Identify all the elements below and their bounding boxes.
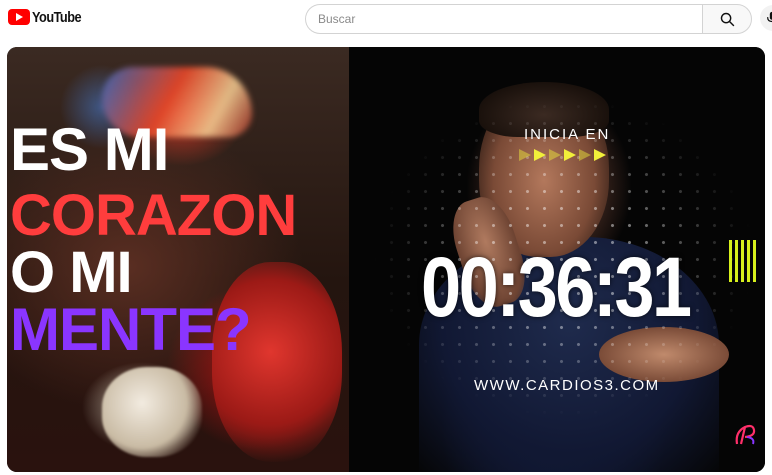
cardios-logo-icon — [735, 424, 756, 445]
logo-text: YouTube — [32, 8, 82, 26]
barcode-decoration — [729, 240, 765, 282]
arrow-icon — [519, 149, 531, 161]
arrow-icon — [534, 149, 546, 161]
barcode-bar — [747, 240, 750, 282]
top-bar: YouTube — [0, 0, 772, 40]
title-line-1: ES MI — [10, 116, 169, 183]
arrow-icon — [594, 149, 606, 161]
barcode-bar — [753, 240, 756, 282]
arrow-icon — [564, 149, 576, 161]
play-arrows — [519, 149, 606, 161]
video-player[interactable]: ES MI CORAZON O MI MENTE? INICIA EN 00:3… — [7, 47, 765, 472]
voice-search-button[interactable] — [760, 5, 772, 31]
white-brain-image — [102, 367, 202, 457]
title-line-3: O MI — [10, 240, 133, 305]
title-line-4: MENTE? — [10, 296, 252, 363]
search-button[interactable] — [702, 4, 752, 34]
youtube-logo[interactable]: YouTube — [8, 6, 90, 28]
countdown-timer: 00:36:31 — [421, 240, 692, 334]
barcode-bar — [729, 240, 732, 282]
title-line-2: CORAZON — [10, 183, 297, 248]
barcode-bar — [735, 240, 738, 282]
search-icon — [720, 12, 734, 26]
countdown-label: INICIA EN — [524, 126, 611, 143]
cardios-logo-icon — [733, 424, 757, 452]
search-bar — [305, 4, 752, 34]
search-input[interactable] — [305, 4, 714, 34]
website-url: WWW.CARDIOS3.COM — [474, 377, 660, 394]
youtube-play-icon — [8, 9, 30, 25]
arrow-icon — [579, 149, 591, 161]
arrow-icon — [549, 149, 561, 161]
barcode-bar — [741, 240, 744, 282]
thumbnail-left-panel: ES MI CORAZON O MI MENTE? — [7, 47, 349, 472]
countdown-panel: INICIA EN 00:36:31 WWW.CARDIOS3.COM — [349, 47, 765, 472]
microphone-icon — [767, 11, 772, 23]
